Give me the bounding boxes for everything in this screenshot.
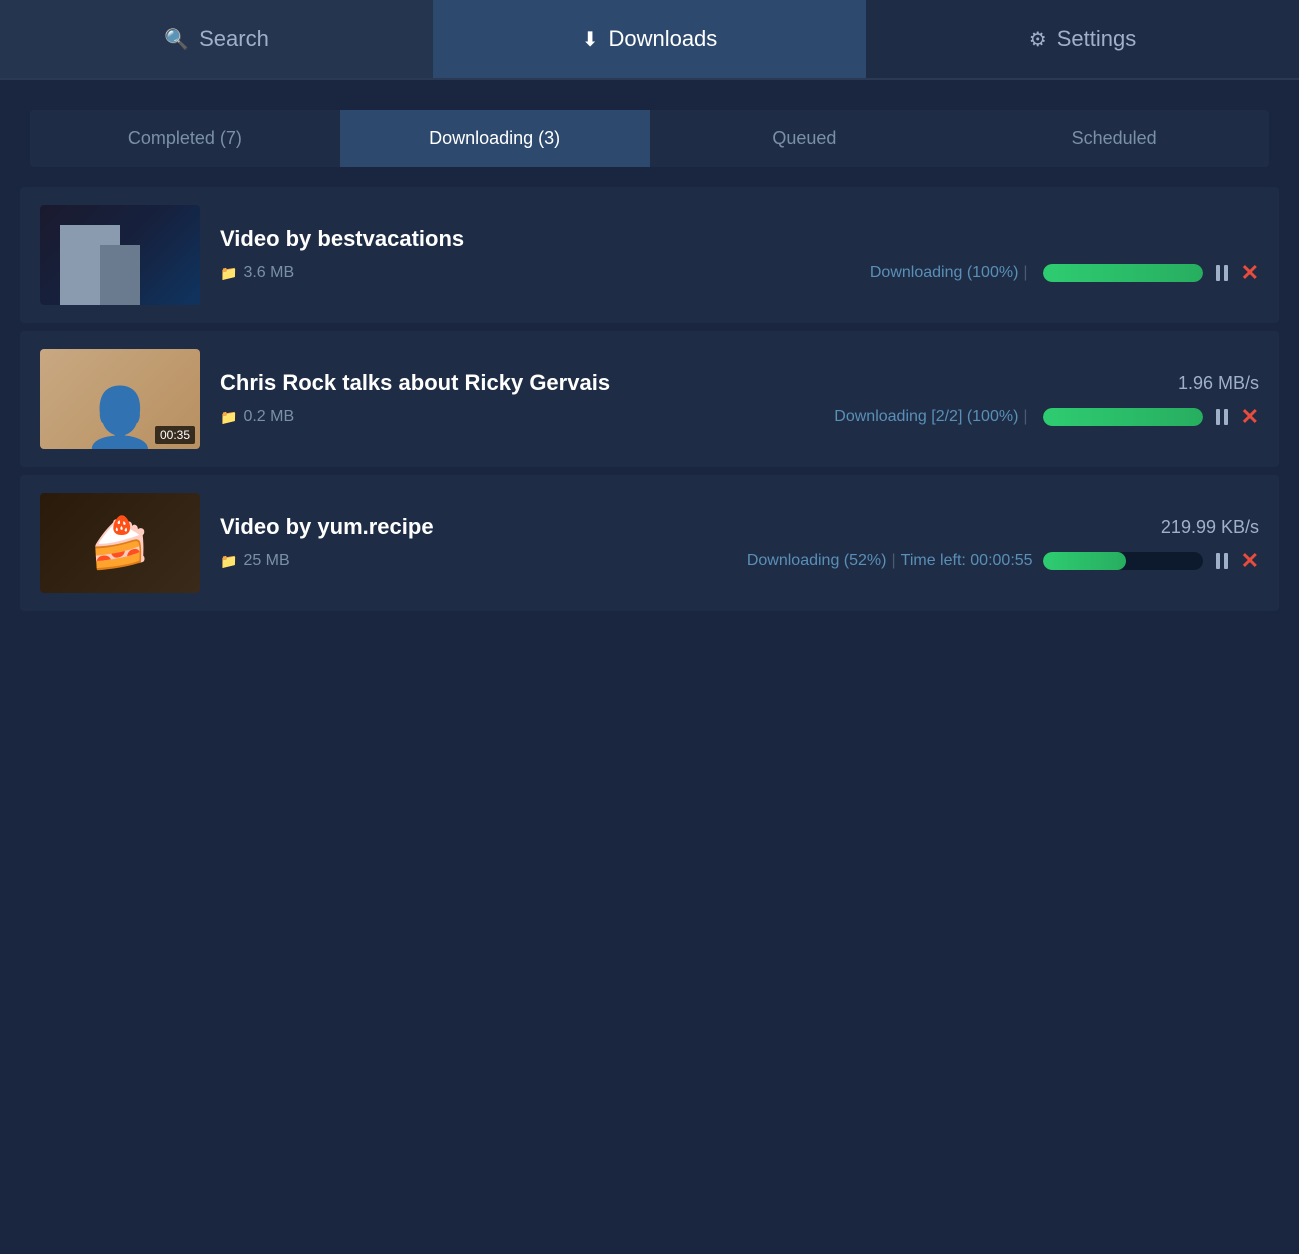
search-icon: 🔍 <box>164 27 189 52</box>
item-title-yumrecipe: Video by yum.recipe <box>220 514 434 540</box>
download-item-bestvacations: Video by bestvacations 📁 3.6 MB Download… <box>20 187 1279 323</box>
downloads-list: Video by bestvacations 📁 3.6 MB Download… <box>0 187 1299 611</box>
progress-fill-bestvacations <box>1043 264 1203 282</box>
download-status-chrisrock: Downloading [2/2] (100%) <box>834 408 1018 426</box>
nav-downloads-label: Downloads <box>608 26 717 52</box>
nav-search[interactable]: 🔍 Search <box>0 0 433 78</box>
item-details-chrisrock: 📁 0.2 MB Downloading [2/2] (100%) | ✕ <box>220 406 1259 428</box>
progress-fill-chrisrock <box>1043 408 1203 426</box>
pause-button-yumrecipe[interactable] <box>1215 553 1229 569</box>
separator: | <box>1023 408 1027 426</box>
download-status-bestvacations: Downloading (100%) <box>870 264 1019 282</box>
separator: | <box>891 552 895 570</box>
item-speed-chrisrock: 1.96 MB/s <box>1178 373 1259 394</box>
pause-bar-1 <box>1216 265 1220 281</box>
thumbnail-bestvacations <box>40 205 200 305</box>
folder-icon: 📁 <box>220 553 237 570</box>
size-value: 0.2 MB <box>243 408 294 426</box>
download-status-yumrecipe: Downloading (52%) <box>747 552 887 570</box>
cancel-button-bestvacations[interactable]: ✕ <box>1241 262 1259 284</box>
progress-container-bestvacations: ✕ <box>1043 262 1259 284</box>
item-info-bestvacations: Video by bestvacations 📁 3.6 MB Download… <box>220 226 1259 284</box>
folder-icon: 📁 <box>220 409 237 426</box>
cancel-button-chrisrock[interactable]: ✕ <box>1241 406 1259 428</box>
pause-bar-2 <box>1224 409 1228 425</box>
tab-downloading[interactable]: Downloading (3) <box>340 110 650 167</box>
tabs-bar: Completed (7) Downloading (3) Queued Sch… <box>30 110 1269 167</box>
download-item-yumrecipe: Video by yum.recipe 219.99 KB/s 📁 25 MB … <box>20 475 1279 611</box>
pause-bar-1 <box>1216 409 1220 425</box>
progress-container-chrisrock: ✕ <box>1043 406 1259 428</box>
file-size-yumrecipe: 📁 25 MB <box>220 552 290 570</box>
item-header-chrisrock: Chris Rock talks about Ricky Gervais 1.9… <box>220 370 1259 396</box>
gear-icon: ⚙ <box>1029 27 1047 52</box>
nav-settings[interactable]: ⚙ Settings <box>866 0 1299 78</box>
tab-queued[interactable]: Queued <box>650 110 960 167</box>
thumbnail-chrisrock: 00:35 <box>40 349 200 449</box>
file-size-chrisrock: 📁 0.2 MB <box>220 408 294 426</box>
download-item-chrisrock: 00:35 Chris Rock talks about Ricky Gerva… <box>20 331 1279 467</box>
tab-scheduled[interactable]: Scheduled <box>959 110 1269 167</box>
item-title-chrisrock: Chris Rock talks about Ricky Gervais <box>220 370 610 396</box>
pause-bar-2 <box>1224 553 1228 569</box>
cancel-button-yumrecipe[interactable]: ✕ <box>1241 550 1259 572</box>
progress-bar-bestvacations <box>1043 264 1203 282</box>
file-size-bestvacations: 📁 3.6 MB <box>220 264 294 282</box>
download-icon: ⬇ <box>582 27 599 52</box>
nav-settings-label: Settings <box>1057 26 1137 52</box>
pause-bar-1 <box>1216 553 1220 569</box>
progress-bar-yumrecipe <box>1043 552 1203 570</box>
nav-downloads[interactable]: ⬇ Downloads <box>433 0 866 78</box>
progress-fill-yumrecipe <box>1043 552 1126 570</box>
time-left-yumrecipe: Time left: 00:00:55 <box>901 552 1033 570</box>
item-header-yumrecipe: Video by yum.recipe 219.99 KB/s <box>220 514 1259 540</box>
top-navigation: 🔍 Search ⬇ Downloads ⚙ Settings <box>0 0 1299 80</box>
item-info-yumrecipe: Video by yum.recipe 219.99 KB/s 📁 25 MB … <box>220 514 1259 572</box>
pause-button-chrisrock[interactable] <box>1215 409 1229 425</box>
item-title-bestvacations: Video by bestvacations <box>220 226 464 252</box>
item-details-yumrecipe: 📁 25 MB Downloading (52%) | Time left: 0… <box>220 550 1259 572</box>
item-speed-yumrecipe: 219.99 KB/s <box>1161 517 1259 538</box>
item-header-bestvacations: Video by bestvacations <box>220 226 1259 252</box>
size-value: 25 MB <box>243 552 289 570</box>
progress-bar-chrisrock <box>1043 408 1203 426</box>
pause-bar-2 <box>1224 265 1228 281</box>
pause-button-bestvacations[interactable] <box>1215 265 1229 281</box>
tab-completed[interactable]: Completed (7) <box>30 110 340 167</box>
progress-container-yumrecipe: ✕ <box>1043 550 1259 572</box>
item-details-bestvacations: 📁 3.6 MB Downloading (100%) | ✕ <box>220 262 1259 284</box>
thumbnail-yumrecipe <box>40 493 200 593</box>
duration-badge-chrisrock: 00:35 <box>155 426 195 444</box>
nav-search-label: Search <box>199 26 269 52</box>
item-info-chrisrock: Chris Rock talks about Ricky Gervais 1.9… <box>220 370 1259 428</box>
folder-icon: 📁 <box>220 265 237 282</box>
separator: | <box>1023 264 1027 282</box>
size-value: 3.6 MB <box>243 264 294 282</box>
